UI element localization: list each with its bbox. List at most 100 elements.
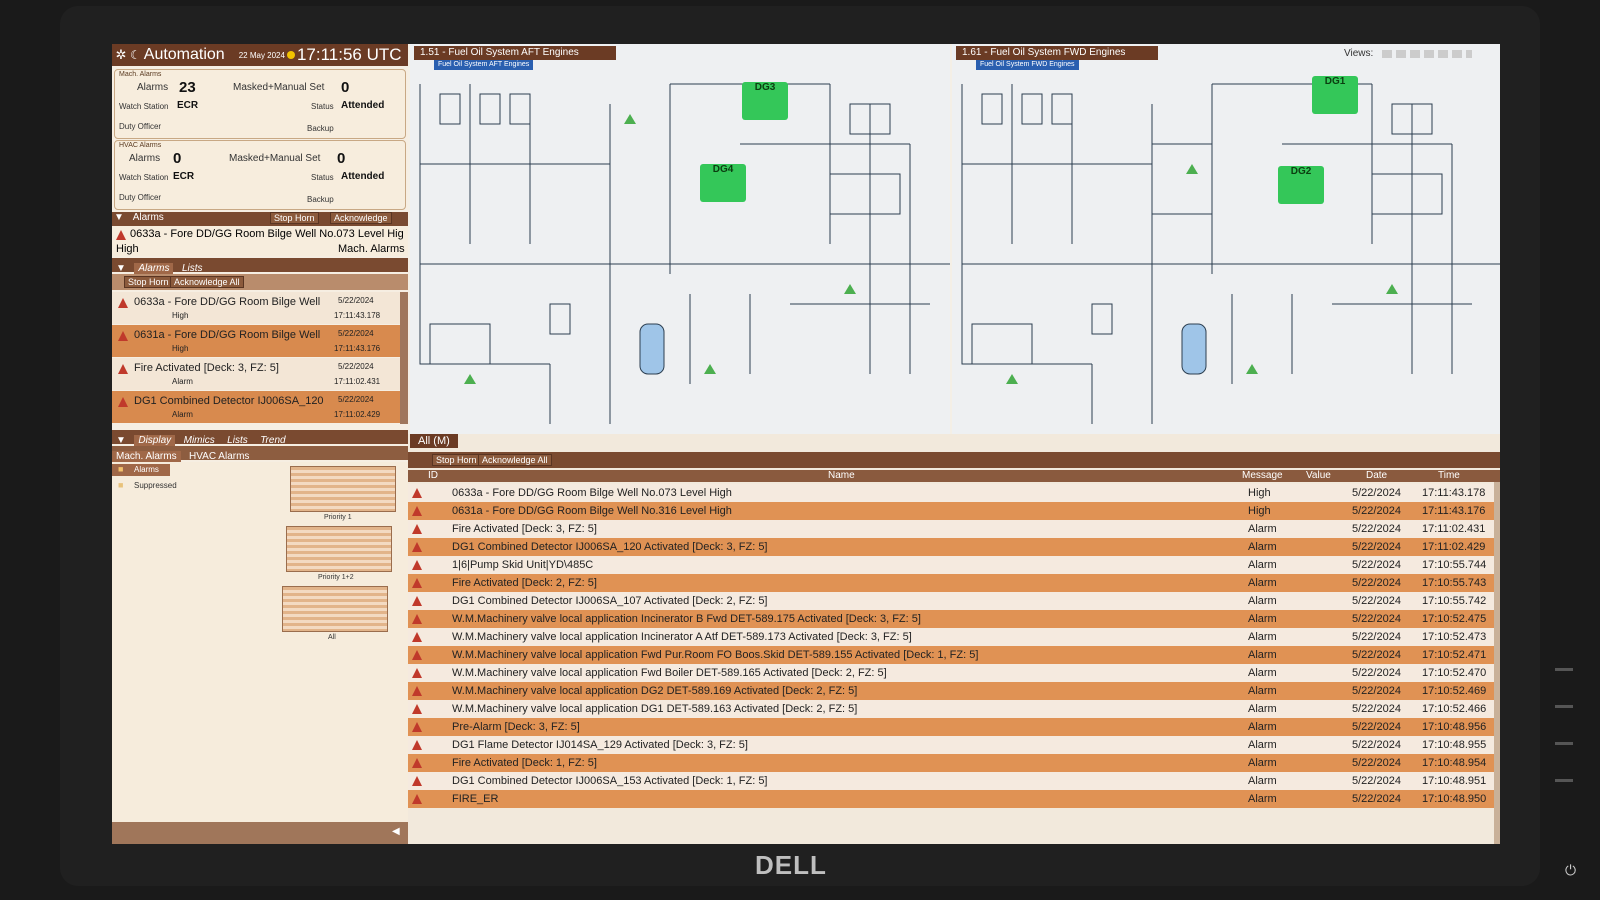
- top-alarm[interactable]: 0633a - Fore DD/GG Room Bilge Well No.07…: [112, 226, 408, 256]
- tab-display[interactable]: Display: [134, 435, 176, 446]
- arrow-left-icon[interactable]: ◀: [392, 826, 400, 837]
- tab-trend[interactable]: Trend: [256, 435, 289, 446]
- table-row[interactable]: DG1 Combined Detector IJ006SA_153 Activa…: [408, 772, 1500, 790]
- table-row[interactable]: DG1 Combined Detector IJ006SA_107 Activa…: [408, 592, 1500, 610]
- watch-station-value: ECR: [173, 171, 195, 182]
- table-row[interactable]: 0631a - Fore DD/GG Room Bilge Well No.31…: [408, 502, 1500, 520]
- tree-item-alarms[interactable]: ■ Alarms: [112, 464, 170, 476]
- table-row[interactable]: FIRE_ER Alarm 5/22/2024 17:10:48.950: [408, 790, 1500, 808]
- priority-1-thumbnail[interactable]: [290, 466, 396, 512]
- monitor-button[interactable]: [1555, 779, 1573, 782]
- acknowledge-all-button[interactable]: Acknowledge All: [170, 276, 244, 288]
- all-thumbnail[interactable]: [282, 586, 388, 632]
- collapse-icon[interactable]: ▼: [112, 263, 130, 274]
- tab-lists[interactable]: Lists: [178, 263, 207, 274]
- row-time: 17:11:02.431: [1422, 523, 1486, 535]
- row-date: 5/22/2024: [1352, 613, 1401, 625]
- engine-dg1[interactable]: DG1: [1312, 76, 1358, 114]
- engine-dg3[interactable]: DG3: [742, 82, 788, 120]
- mimic-aft-panel[interactable]: 1.51 - Fuel Oil System AFT Engines Fuel …: [410, 44, 950, 434]
- row-date: 5/22/2024: [1352, 757, 1401, 769]
- col-date[interactable]: Date: [1366, 470, 1387, 481]
- col-time[interactable]: Time: [1438, 470, 1460, 481]
- box-title: Mach. Alarms: [119, 71, 162, 78]
- stop-horn-button[interactable]: Stop Horn: [270, 212, 319, 224]
- list-item[interactable]: 0633a - Fore DD/GG Room Bilge Well Nc 5/…: [112, 292, 400, 324]
- table-row[interactable]: Fire Activated [Deck: 2, FZ: 5] Alarm 5/22…: [408, 574, 1500, 592]
- engine-dg2[interactable]: DG2: [1278, 166, 1324, 204]
- alarms-count: 0: [173, 150, 182, 167]
- monitor-button[interactable]: [1555, 705, 1573, 708]
- table-row[interactable]: W.M.Machinery valve local application DG…: [408, 682, 1500, 700]
- row-date: 5/22/2024: [1352, 505, 1401, 517]
- table-row[interactable]: DG1 Flame Detector IJ014SA_129 Activated…: [408, 736, 1500, 754]
- tree-label: Suppressed: [134, 481, 177, 490]
- alarm-date: 5/22/2024: [338, 329, 374, 338]
- table-row[interactable]: 1|6|Pump Skid Unit|YD\485C Alarm 5/22/2024…: [408, 556, 1500, 574]
- engine-dg4[interactable]: DG4: [700, 164, 746, 202]
- hvac-alarms-box: HVAC Alarms Alarms 0 Masked+Manual Set 0…: [114, 140, 406, 210]
- stop-horn-button[interactable]: Stop Horn: [432, 454, 481, 466]
- acknowledge-button[interactable]: Acknowledge: [330, 212, 392, 224]
- row-date: 5/22/2024: [1352, 487, 1401, 499]
- alarms-label: Alarms: [137, 82, 169, 93]
- table-row[interactable]: Fire Activated [Deck: 1, FZ: 5] Alarm 5/22…: [408, 754, 1500, 772]
- tab-lists[interactable]: Lists: [223, 435, 252, 446]
- display-tabs: ▼ Display Mimics Lists Trend: [112, 430, 408, 446]
- gear-icon[interactable]: ✲: [112, 47, 130, 63]
- scrollbar[interactable]: [1494, 482, 1500, 844]
- table-row[interactable]: DG1 Combined Detector IJ006SA_120 Activa…: [408, 538, 1500, 556]
- table-row[interactable]: 0633a - Fore DD/GG Room Bilge Well No.07…: [408, 484, 1500, 502]
- col-id[interactable]: ID: [428, 470, 438, 481]
- table-row[interactable]: W.M.Machinery valve local application Fw…: [408, 664, 1500, 682]
- row-date: 5/22/2024: [1352, 721, 1401, 733]
- alarm-icon: [116, 230, 126, 240]
- row-message: Alarm: [1248, 523, 1277, 535]
- tab-alarms[interactable]: Alarms: [134, 263, 174, 274]
- row-name: DG1 Combined Detector IJ006SA_107 Activa…: [452, 595, 768, 607]
- row-time: 17:10:52.475: [1422, 613, 1487, 625]
- table-row[interactable]: W.M.Machinery valve local application Fw…: [408, 646, 1500, 664]
- monitor-button[interactable]: [1555, 668, 1573, 671]
- alarm-icon: [412, 578, 422, 588]
- acknowledge-all-button[interactable]: Acknowledge All: [478, 454, 552, 466]
- row-date: 5/22/2024: [1352, 793, 1401, 805]
- monitor-button[interactable]: [1555, 742, 1573, 745]
- power-icon[interactable]: ⏻: [1565, 862, 1576, 879]
- scrollbar[interactable]: [400, 292, 408, 424]
- list-item[interactable]: 0631a - Fore DD/GG Room Bilge Well Nc 5/…: [112, 325, 400, 357]
- alarm-icon: [412, 740, 422, 750]
- row-name: Pre-Alarm [Deck: 3, FZ: 5]: [452, 721, 580, 733]
- table-row[interactable]: Fire Activated [Deck: 3, FZ: 5] Alarm 5/22…: [408, 520, 1500, 538]
- tab-mach-alarms[interactable]: Mach. Alarms: [112, 451, 181, 462]
- collapse-icon[interactable]: ▼: [114, 212, 124, 223]
- alarm-priority: High: [172, 311, 189, 320]
- thumb-label: Priority 1+2: [318, 574, 354, 581]
- stop-horn-button[interactable]: Stop Horn: [124, 276, 173, 288]
- table-row[interactable]: W.M.Machinery valve local application In…: [408, 628, 1500, 646]
- list-item[interactable]: DG1 Combined Detector IJ006SA_120 A 5/22…: [112, 391, 400, 423]
- tree-panel: ■ Alarms ■ Suppressed Priority 1 Priorit…: [112, 462, 408, 822]
- mimic-fwd-panel[interactable]: 1.61 - Fuel Oil System FWD Engines Fuel …: [952, 44, 1500, 434]
- table-row[interactable]: W.M.Machinery valve local application DG…: [408, 700, 1500, 718]
- collapse-icon[interactable]: ▼: [112, 435, 130, 446]
- tab-all-m[interactable]: All (M): [410, 434, 458, 448]
- bottom-scrollbar[interactable]: ◀: [112, 822, 408, 844]
- alarms-section-bar: ▼ Alarms Stop Horn Acknowledge: [112, 212, 408, 226]
- tree-item-suppressed[interactable]: ■ Suppressed: [112, 480, 212, 492]
- col-message[interactable]: Message: [1242, 470, 1283, 481]
- brand-logo: DELL: [755, 850, 827, 880]
- priority-1-2-thumbnail[interactable]: [286, 526, 392, 572]
- table-row[interactable]: Pre-Alarm [Deck: 3, FZ: 5] Alarm 5/22/2024…: [408, 718, 1500, 736]
- tab-hvac-alarms[interactable]: HVAC Alarms: [185, 451, 253, 462]
- list-item[interactable]: Fire Activated [Deck: 3, FZ: 5] 5/22/202…: [112, 358, 400, 390]
- col-value[interactable]: Value: [1306, 470, 1331, 481]
- row-message: Alarm: [1248, 631, 1277, 643]
- table-row[interactable]: W.M.Machinery valve local application In…: [408, 610, 1500, 628]
- col-name[interactable]: Name: [828, 470, 855, 481]
- thumb-label: All: [328, 634, 336, 641]
- alarm-priority: Alarm: [172, 410, 193, 419]
- alarm-date: 5/22/2024: [338, 395, 374, 404]
- top-alarm-group: Mach. Alarms: [338, 243, 405, 255]
- tab-mimics[interactable]: Mimics: [180, 435, 219, 446]
